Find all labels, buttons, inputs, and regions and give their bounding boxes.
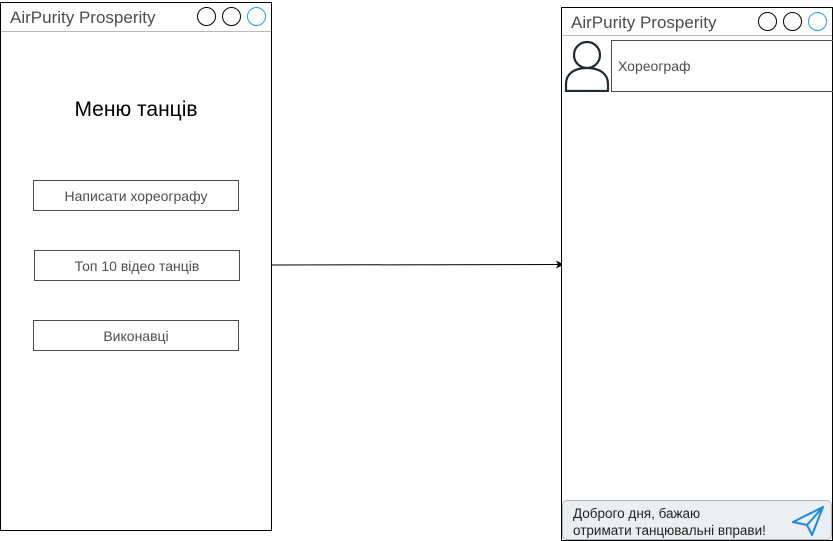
contact-name: Хореограф [618,58,691,74]
window-title: AirPurity Prosperity [10,8,156,27]
write-choreographer-button[interactable]: Написати хореографу [33,180,239,211]
top-10-videos-button[interactable]: Топ 10 відео танців [34,250,240,281]
title-bar: AirPurity Prosperity [562,8,832,36]
contact-header[interactable]: Хореограф [611,40,833,92]
window-title: AirPurity Prosperity [571,13,717,32]
minimize-button[interactable] [197,7,216,26]
minimize-button[interactable] [758,12,777,31]
title-bar: AirPurity Prosperity [1,3,271,32]
flow-arrow-line [271,260,564,269]
performers-button[interactable]: Виконавці [33,320,239,351]
maximize-button[interactable] [222,7,241,26]
maximize-button[interactable] [783,12,802,31]
chat-window: AirPurity Prosperity Хореограф Доброго д… [561,7,833,541]
close-button[interactable] [808,12,827,31]
send-icon[interactable] [791,505,825,537]
message-text[interactable]: Доброго дня, бажаю отримати танцювальні … [573,505,766,539]
user-icon [564,40,610,92]
message-input[interactable]: Доброго дня, бажаю отримати танцювальні … [562,500,832,540]
dance-menu-window: AirPurity Prosperity Меню танців Написат… [0,2,272,531]
close-button[interactable] [247,7,266,26]
menu-heading: Меню танців [74,98,198,121]
